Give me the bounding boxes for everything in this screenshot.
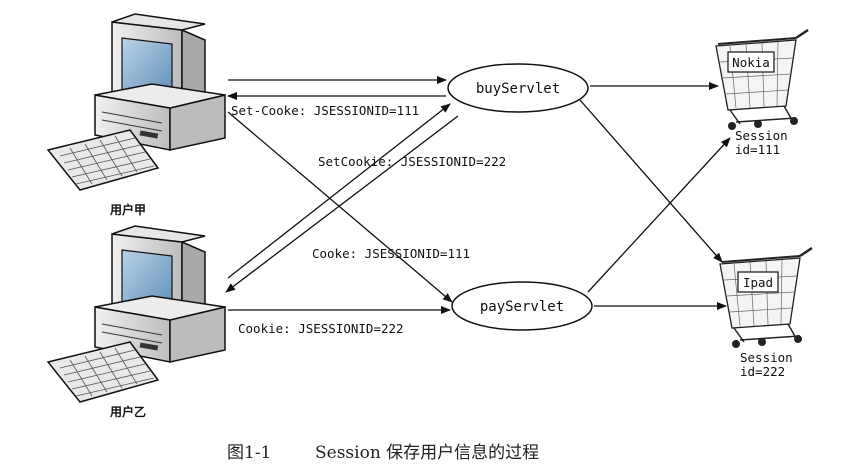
- msg-set-cooke-111: Set-Cooke: JSESSIONID=111: [231, 103, 419, 118]
- shopping-cart-icon: Nokia: [715, 28, 809, 130]
- diagram-canvas: 用户甲 用户乙 buyServlet payServlet Set-Cooke:…: [46, 13, 813, 463]
- msg-cookie-222: Cookie: JSESSIONID=222: [238, 321, 404, 336]
- cart1-session-id: id=111: [735, 142, 780, 157]
- session-diagram: 用户甲 用户乙 buyServlet payServlet Set-Cooke:…: [0, 0, 860, 471]
- cart1-session-label: Session: [735, 128, 788, 143]
- pay-servlet-label: payServlet: [480, 299, 564, 315]
- arrow-buy-to-yi: [225, 115, 459, 293]
- cart2-session-id: id=222: [740, 364, 785, 379]
- figure-number: 图1-1: [227, 443, 271, 463]
- user-jia-label: 用户甲: [109, 202, 146, 217]
- figure-caption: Session 保存用户信息的过程: [315, 443, 539, 463]
- pay-servlet-node: payServlet: [451, 281, 593, 331]
- cart1-item: Nokia: [732, 55, 770, 70]
- buy-servlet-label: buyServlet: [476, 81, 560, 97]
- arrow-pay-to-cart1: [587, 137, 731, 293]
- computer-icon: [94, 13, 226, 151]
- computer-icon: [94, 225, 226, 363]
- arrow-jia-to-pay: [227, 111, 453, 303]
- msg-setcookie-222: SetCookie: JSESSIONID=222: [318, 154, 506, 169]
- arrow-buy-to-cart2: [579, 99, 723, 263]
- cart2-session-label: Session: [740, 350, 793, 365]
- cart2-item: Ipad: [743, 275, 773, 290]
- shopping-cart-icon: Ipad: [719, 246, 813, 348]
- user-yi-label: 用户乙: [109, 404, 146, 419]
- buy-servlet-node: buyServlet: [447, 63, 589, 113]
- msg-cooke-111: Cooke: JSESSIONID=111: [312, 246, 470, 261]
